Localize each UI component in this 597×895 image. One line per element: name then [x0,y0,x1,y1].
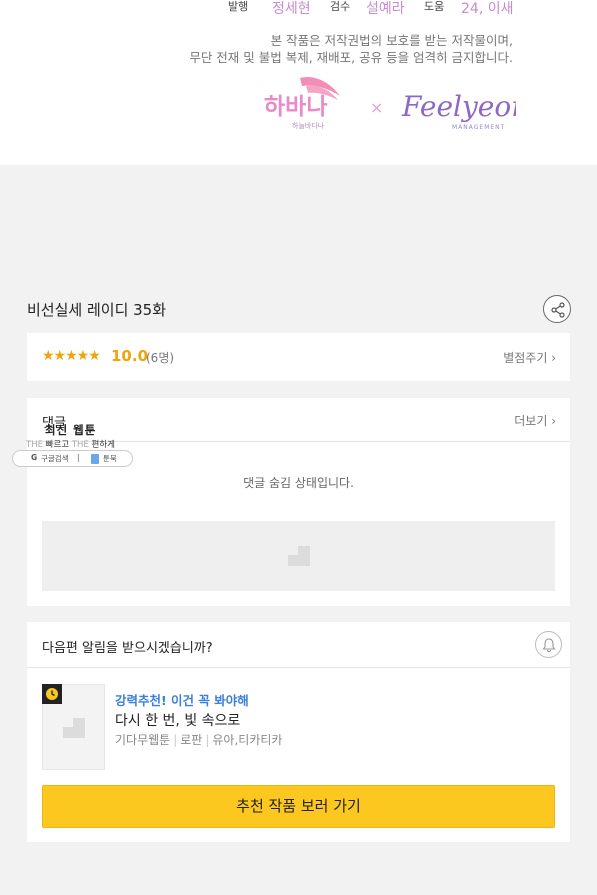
share-icon [551,302,565,318]
habana-logo-text: 하바나 [264,94,327,120]
publisher-name: 정세현 [272,1,311,17]
share-button[interactable] [543,295,571,323]
google-icon: G [31,453,38,462]
habana-logo-sub: 하늘바다나 [292,121,325,130]
logo-separator: × [370,98,384,117]
ad-placeholder[interactable] [42,521,555,591]
banner-the-2: THE [71,440,89,450]
recommend-meta-type: 기다무웹툰 [115,733,171,747]
banner-slogan: THE 빠르고 THE 편하게 [26,438,115,450]
rating-stars: ★★★★★ [42,348,101,364]
meta-separator: | [173,733,178,747]
credit-row: 발행 정세현 검수 설예라 도움 24, 이새 [0,0,597,17]
comments-more-link[interactable]: 더보기 › [514,412,556,429]
habana-logo: 하바나 하늘바다나 [264,76,340,130]
image-placeholder-icon [63,718,85,738]
banner-fast: 빠르고 [45,440,70,450]
bell-icon [542,638,556,653]
pill-separator: | [77,453,80,462]
publisher-label: 발행 [228,0,249,13]
google-search-text: 구글검색 [41,454,69,463]
feelyeon-logo-sub: MANAGEMENT [452,124,505,131]
latest-webtoon-banner[interactable]: 최신 웹툰 THE 빠르고 THE 편하게 G 구글검색 | 툰북 [0,418,150,470]
review-label: 검수 [330,0,351,13]
credits-section: 발행 정세현 검수 설예라 도움 24, 이새 본 작품은 저작권법의 보호를 … [0,0,597,165]
assist-label: 도움 [424,0,445,13]
notify-card: 다음편 알림을 받으시겠습니까? 강력추천! 이건 꼭 봐야해 다시 한 번, … [27,622,570,842]
copyright-line-2: 무단 전재 및 불법 복제, 재배포, 공유 등을 엄격히 금지합니다. [189,50,513,65]
banner-easy: 편하게 [91,440,115,450]
rate-button[interactable]: 별점주기 › [503,349,556,366]
notify-question: 다음편 알림을 받으시겠습니까? [42,641,213,656]
copyright-notice: 본 작품은 저작권법의 보호를 받는 저작물이며, 무단 전재 및 불법 복제,… [189,32,513,66]
episode-title: 비선실세 레이디 35화 [27,301,167,319]
banner-the-1: THE [26,440,43,450]
notify-bell-button[interactable] [535,631,562,658]
banner-search-pill[interactable]: G 구글검색 | 툰북 [12,450,133,467]
recommend-meta-genre: 로판 [180,733,203,747]
recommend-title[interactable]: 다시 한 번, 빛 속으로 [115,710,240,730]
rating-count: (6명) [146,351,175,365]
toonbook-text: 툰북 [103,454,117,463]
clock-icon [46,688,58,700]
recommend-meta: 기다무웹툰 | 로판 | 유아,티카티카 [115,731,282,748]
rating-score: 10.0 [111,347,149,365]
recommend-label: 강력추천! 이건 꼭 봐야해 [115,693,249,708]
comments-hidden-message: 댓글 숨김 상태입니다. [243,476,354,490]
view-recommended-button[interactable]: 추천 작품 보러 가기 [42,785,555,828]
banner-title: 최신 웹툰 [45,423,97,437]
image-placeholder-icon [288,546,310,566]
recommend-meta-author: 유아,티카티카 [212,733,283,747]
book-icon [91,454,99,464]
wait-free-badge [42,684,62,704]
copyright-line-1: 본 작품은 저작권법의 보호를 받는 저작물이며, [270,33,513,48]
rating-card: ★★★★★ 10.0 (6명) 별점주기 › [27,333,570,381]
feelyeon-logo-text: Feelyeon [401,90,516,123]
reviewer-name: 설예라 [366,1,405,17]
notify-header: 다음편 알림을 받으시겠습니까? [27,622,570,668]
assistant-name: 24, 이새 [461,1,514,17]
meta-separator: | [205,733,210,747]
feelyeon-logo: Feelyeon MANAGEMENT [401,90,516,131]
